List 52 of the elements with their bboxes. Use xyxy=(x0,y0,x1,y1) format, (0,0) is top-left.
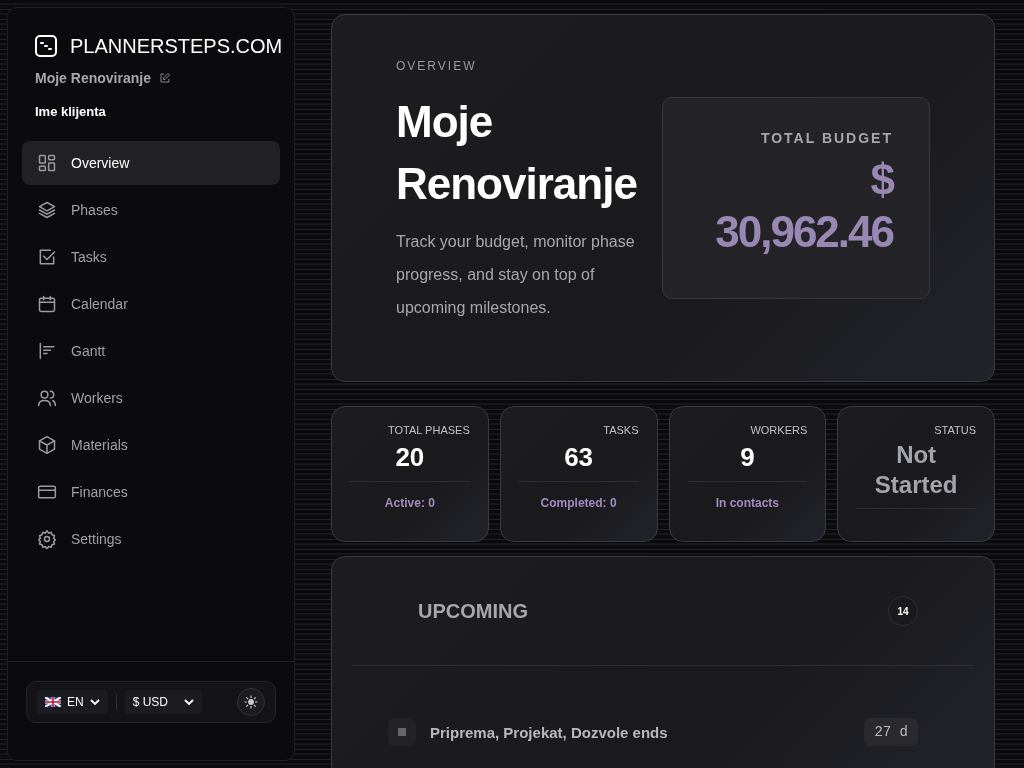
stat-note: Completed: 0 xyxy=(540,496,617,510)
stat-note: Active: 0 xyxy=(384,496,435,510)
stat-label: WORKERS xyxy=(750,424,808,436)
calendar-icon xyxy=(37,294,57,314)
flag-icon xyxy=(45,697,61,707)
client-name: Ime klijenta xyxy=(34,104,107,119)
milestone-text: Priprema, Projekat, Dozvole ends xyxy=(430,723,669,741)
project-name: Moje Renoviranje xyxy=(35,70,151,86)
currency-symbol: $ xyxy=(870,154,893,206)
nav-item[interactable]: Phases xyxy=(22,188,280,232)
stat-value: 63 xyxy=(564,442,594,473)
nav-item[interactable]: Workers xyxy=(22,376,280,420)
status-value: Not Started xyxy=(873,440,959,500)
box-icon xyxy=(37,435,57,455)
budget-label: TOTAL BUDGET xyxy=(760,130,893,146)
stat-label: STATUS xyxy=(934,424,976,436)
nav-item[interactable]: Tasks xyxy=(22,235,280,279)
section-label: OVERVIEW xyxy=(396,59,478,73)
stat-value: 9 xyxy=(740,442,755,473)
stat-value: 20 xyxy=(395,442,425,473)
logo-icon xyxy=(34,34,58,58)
nav-item[interactable]: Overview xyxy=(22,141,280,185)
stat-note: In contacts xyxy=(715,496,780,510)
nav-item[interactable]: Materials xyxy=(22,423,280,467)
stat-label: TASKS xyxy=(603,424,639,436)
description: Track your budget, monitor phase progress, and stay on top of upcoming milestones. xyxy=(396,232,636,318)
card-icon xyxy=(37,482,57,502)
edit-icon[interactable] xyxy=(158,72,171,84)
layers-icon xyxy=(37,200,57,220)
gantt-icon xyxy=(37,341,57,361)
gear-icon xyxy=(37,529,57,549)
budget-amount: 30,962.46 xyxy=(715,206,893,258)
nav-item[interactable]: Settings xyxy=(22,517,280,561)
check-icon xyxy=(37,247,57,267)
chevron-down-icon xyxy=(89,697,100,707)
users-icon xyxy=(37,388,57,408)
milestone-icon xyxy=(388,718,416,746)
brand-name: PLANNERSTEPS.COM xyxy=(70,34,283,58)
sun-icon xyxy=(244,695,258,709)
currency-select[interactable]: $ USD xyxy=(124,690,202,714)
grid-icon xyxy=(37,153,57,173)
stat-label: TOTAL PHASES xyxy=(388,424,470,436)
days-badge: 27 d xyxy=(864,718,918,746)
nav-item[interactable]: Gantt xyxy=(22,329,280,373)
theme-toggle-button[interactable] xyxy=(237,688,265,716)
project-title: Moje Renoviranje xyxy=(396,96,638,210)
nav-item[interactable]: Finances xyxy=(22,470,280,514)
count-badge: 14 xyxy=(888,596,918,626)
section-title: UPCOMING xyxy=(418,599,528,623)
nav-item[interactable]: Calendar xyxy=(22,282,280,326)
language-select[interactable]: EN xyxy=(37,690,108,714)
chevron-down-icon xyxy=(184,697,194,707)
